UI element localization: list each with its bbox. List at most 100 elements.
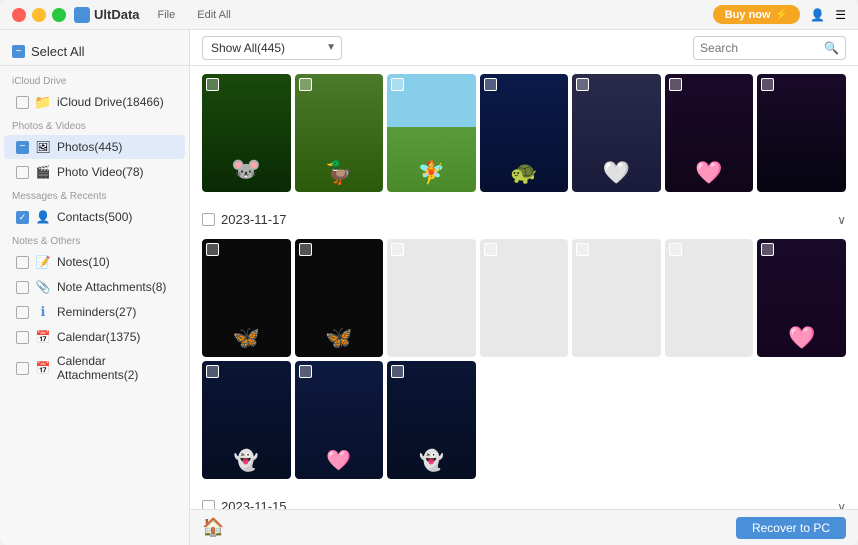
photo-checkbox[interactable] [484,243,497,256]
date-group-checkbox[interactable] [202,500,215,509]
sidebar-item-calendar-attachments[interactable]: 📅 Calendar Attachments(2) [4,350,185,386]
photo-checkbox[interactable] [391,365,404,378]
show-all-dropdown-wrapper[interactable]: Show All(445) ▼ [202,36,342,60]
app-logo: UltData [74,7,140,23]
reminders-checkbox[interactable] [16,306,29,319]
sidebar-item-contacts[interactable]: 👤 Contacts(500) [4,205,185,229]
photo-item[interactable]: 🐭 [202,74,291,192]
screenshot-thumb [480,239,569,357]
show-all-dropdown[interactable]: Show All(445) [202,36,342,60]
close-button[interactable] [12,8,26,22]
photo-grid-2023-11-17: 🦋 🦋 [202,239,846,357]
photo-checkbox[interactable] [206,243,219,256]
note-attachments-label: Note Attachments(8) [57,280,166,294]
tab-edit-all[interactable]: Edit All [187,7,241,23]
collapse-icon[interactable]: ∨ [837,500,846,509]
photo-item[interactable] [665,239,754,357]
photo-item[interactable]: 🦋 [295,239,384,357]
photo-item[interactable]: 👻 [202,361,291,479]
maximize-button[interactable] [52,8,66,22]
calendar-checkbox[interactable] [16,331,29,344]
photo-grid-2023-11-17-row2: 👻 🩷 👻 [202,361,846,479]
photo-video-icon: 🎬 [35,164,51,180]
photo-checkbox[interactable] [206,78,219,91]
minimize-button[interactable] [32,8,46,22]
section-messages-label: Messages & Recents [0,185,189,204]
photo-checkbox[interactable] [669,243,682,256]
recover-to-pc-button[interactable]: Recover to PC [736,517,846,539]
date-header-2023-11-17[interactable]: 2023-11-17 ∨ [202,208,846,231]
select-all-label: Select All [31,44,84,59]
photo-item[interactable] [480,239,569,357]
icloud-drive-label: iCloud Drive(18466) [57,95,164,109]
home-button[interactable]: 🏠 [202,517,224,538]
photo-checkbox[interactable] [576,78,589,91]
content-scroll[interactable]: 🐭 🦆 [190,66,858,509]
contacts-checkbox[interactable] [16,211,29,224]
titlebar-tabs: File Edit All [148,7,241,23]
section-photos-label: Photos & Videos [0,115,189,134]
photo-checkbox[interactable] [299,78,312,91]
menu-icon[interactable]: ☰ [835,8,846,22]
photo-checkbox[interactable] [576,243,589,256]
photo-checkbox[interactable] [299,243,312,256]
photo-checkbox[interactable] [761,78,774,91]
photo-item[interactable]: 🤍 [572,74,661,192]
select-all-bar[interactable]: Select All [0,38,189,66]
photo-checkbox[interactable] [391,243,404,256]
notes-checkbox[interactable] [16,256,29,269]
photo-item[interactable] [387,239,476,357]
photo-item[interactable] [757,74,846,192]
icloud-drive-checkbox[interactable] [16,96,29,109]
photo-item[interactable]: 🦆 [295,74,384,192]
photo-checkbox[interactable] [484,78,497,91]
sidebar-item-icloud-drive[interactable]: 📁 iCloud Drive(18466) [4,90,185,114]
photos-checkbox[interactable] [16,141,29,154]
photo-item[interactable]: 🐢 [480,74,569,192]
sidebar-item-photos[interactable]: 🖼 Photos(445) [4,135,185,159]
photo-item[interactable]: 🩷 [665,74,754,192]
select-all-checkbox[interactable] [12,45,25,58]
search-box[interactable]: 🔍 [693,36,846,60]
photo-item[interactable]: 🩷 [295,361,384,479]
sidebar-item-reminders[interactable]: ℹ Reminders(27) [4,300,185,324]
search-input[interactable] [700,41,820,55]
date-group-checkbox[interactable] [202,213,215,226]
photo-checkbox[interactable] [299,365,312,378]
calendar-attachments-checkbox[interactable] [16,362,29,375]
date-header-2023-11-15[interactable]: 2023-11-15 ∨ [202,495,846,509]
collapse-icon[interactable]: ∨ [837,213,846,227]
bottom-bar: 🏠 Recover to PC [190,509,858,545]
calendar-attachments-label: Calendar Attachments(2) [57,354,173,382]
sidebar-item-note-attachments[interactable]: 📎 Note Attachments(8) [4,275,185,299]
photo-item[interactable]: 🦋 [202,239,291,357]
photo-checkbox[interactable] [391,78,404,91]
photo-item[interactable]: 🩷 [757,239,846,357]
notes-label: Notes(10) [57,255,110,269]
photo-item[interactable] [572,239,661,357]
photo-checkbox[interactable] [761,243,774,256]
calendar-icon: 📅 [35,329,51,345]
notes-icon: 📝 [35,254,51,270]
sidebar: Select All iCloud Drive 📁 iCloud Drive(1… [0,30,190,545]
lightning-icon: ⚡ [775,8,789,21]
screenshot-thumb [665,239,754,357]
contacts-label: Contacts(500) [57,210,132,224]
photo-grid-top: 🐭 🦆 [202,74,846,192]
photo-checkbox[interactable] [669,78,682,91]
buy-now-button[interactable]: Buy now ⚡ [713,5,801,24]
note-attachments-icon: 📎 [35,279,51,295]
photo-item[interactable]: 👻 [387,361,476,479]
photo-checkbox[interactable] [206,365,219,378]
photo-item[interactable]: 🧚 [387,74,476,192]
sidebar-item-calendar[interactable]: 📅 Calendar(1375) [4,325,185,349]
icloud-icon: 📁 [35,94,51,110]
reminders-icon: ℹ [35,304,51,320]
note-attachments-checkbox[interactable] [16,281,29,294]
user-icon[interactable]: 👤 [810,8,825,22]
photos-icon: 🖼 [35,139,51,155]
photo-video-checkbox[interactable] [16,166,29,179]
sidebar-item-notes[interactable]: 📝 Notes(10) [4,250,185,274]
tab-file[interactable]: File [148,7,186,23]
sidebar-item-photo-video[interactable]: 🎬 Photo Video(78) [4,160,185,184]
